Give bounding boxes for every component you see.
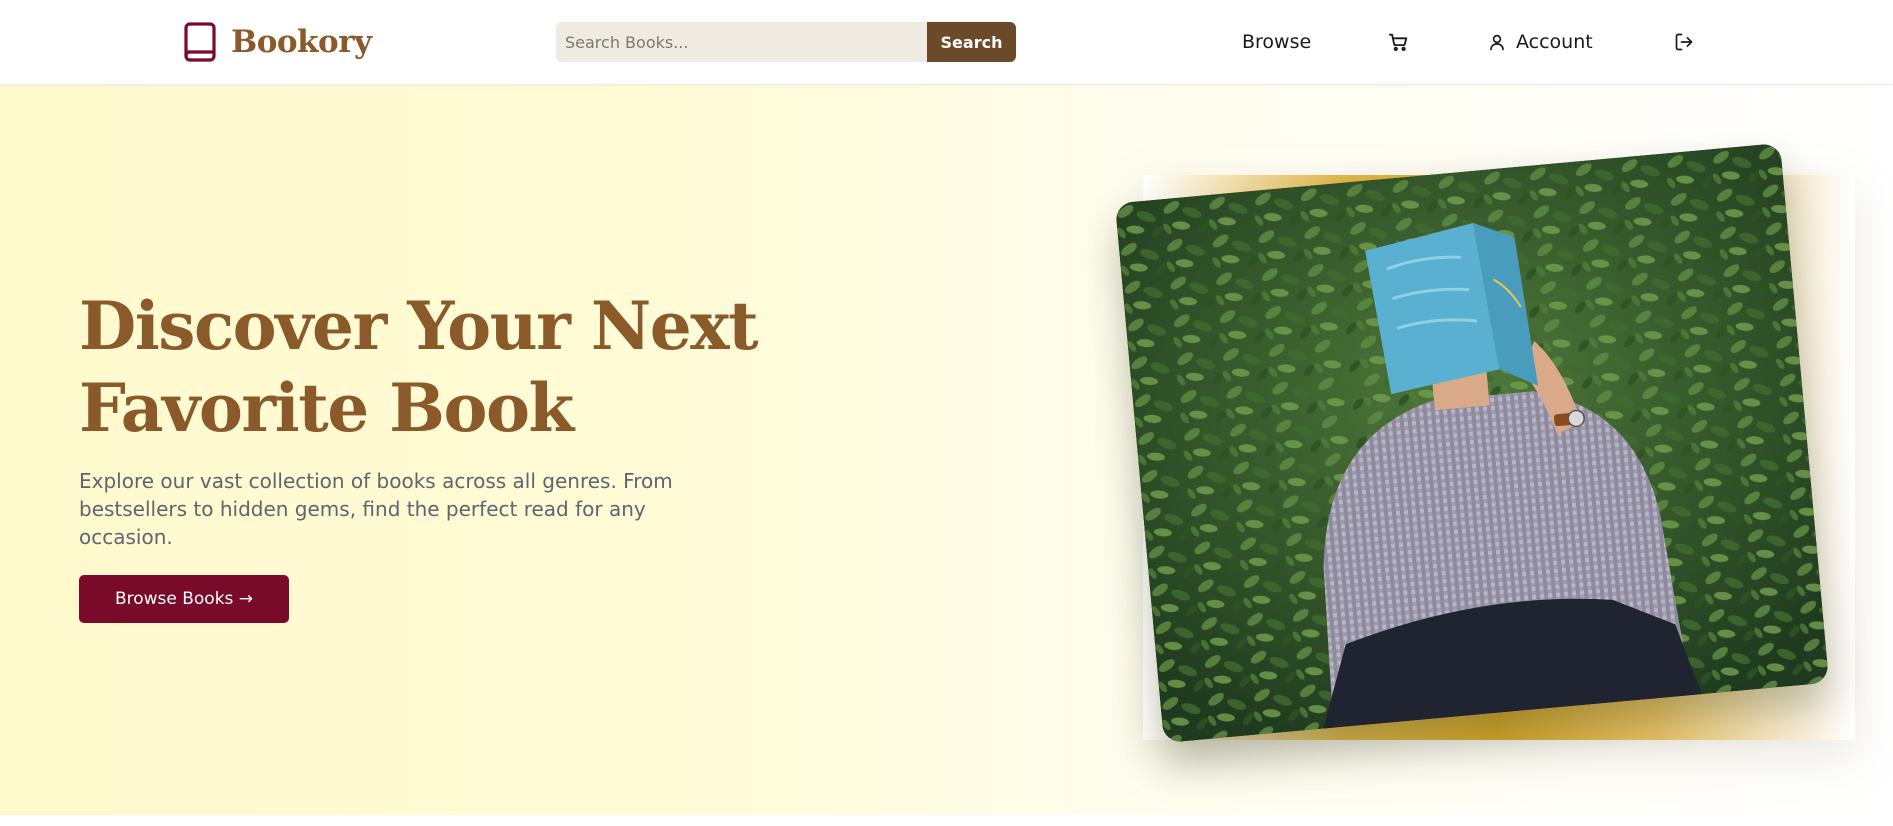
nav-account-link[interactable]: Account <box>1488 28 1593 56</box>
hero-section: Discover Your Next Favorite Book Explore… <box>0 85 1893 815</box>
hero-title: Discover Your Next Favorite Book <box>79 285 779 449</box>
search-button[interactable]: Search <box>927 22 1016 62</box>
hero-description: Explore our vast collection of books acr… <box>79 469 673 549</box>
logout-button[interactable] <box>1674 28 1696 56</box>
brand-name: Bookory <box>231 24 372 60</box>
top-navbar: Bookory Search Browse Account <box>0 0 1893 85</box>
user-icon <box>1490 34 1504 51</box>
browse-books-button[interactable]: Browse Books → <box>79 575 289 623</box>
search-input[interactable] <box>556 22 927 62</box>
search-form: Search <box>556 22 1016 62</box>
nav-browse-link[interactable]: Browse <box>1242 28 1311 56</box>
hero-image <box>1114 142 1830 744</box>
cart-icon <box>1388 33 1408 51</box>
hero-title-line-1: Discover Your Next <box>79 287 759 365</box>
cart-button[interactable] <box>1388 28 1410 56</box>
hero-photo-illustration <box>1114 142 1830 744</box>
book-icon <box>184 22 216 62</box>
brand-logo[interactable]: Bookory <box>183 20 372 64</box>
nav-account-label: Account <box>1516 31 1593 53</box>
logout-icon <box>1675 33 1693 51</box>
hero-title-line-2: Favorite Book <box>79 369 574 447</box>
